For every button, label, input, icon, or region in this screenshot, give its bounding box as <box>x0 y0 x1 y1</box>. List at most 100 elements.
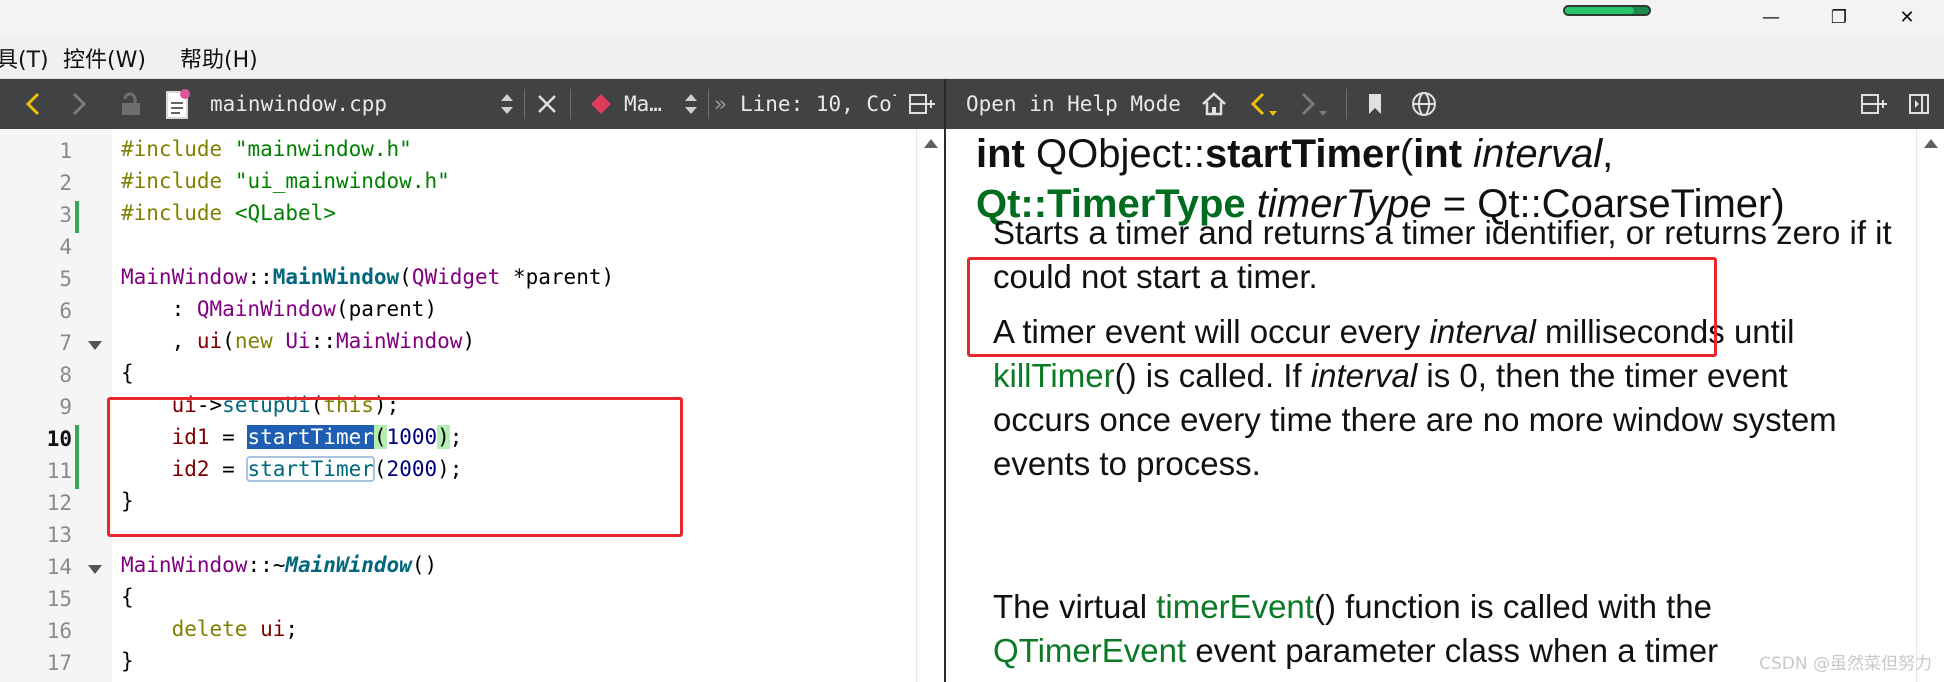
brace: { <box>121 361 134 385</box>
code-text: (parent) <box>335 297 438 321</box>
paren: ( <box>1399 132 1414 176</box>
sidebar-close-icon <box>1909 94 1929 114</box>
scroll-up-arrow-icon[interactable] <box>924 139 938 148</box>
help-split-button[interactable] <box>1856 79 1892 129</box>
cursor-position[interactable]: Line: 10, Col <box>740 92 896 116</box>
code-line[interactable]: MainWindow::MainWindow(QWidget *parent) <box>121 261 614 293</box>
lock-toggle[interactable] <box>113 79 149 129</box>
code-line[interactable]: : QMainWindow(parent) <box>121 293 438 325</box>
help-back-button[interactable] <box>1246 79 1282 129</box>
param-name: interval <box>1473 132 1603 176</box>
toolbar-separator <box>570 89 571 119</box>
open-file-name[interactable]: mainwindow.cpp <box>210 92 387 116</box>
chevron-right-icon <box>72 92 87 116</box>
timerevent-link[interactable]: timerEvent <box>1156 588 1314 625</box>
class-name: MainWindow <box>121 553 248 577</box>
fold-toggle-icon[interactable] <box>88 341 102 350</box>
brace: } <box>121 649 134 673</box>
split-button[interactable] <box>904 79 940 129</box>
menu-tools[interactable]: 具(T) <box>0 42 49 74</box>
symbol-dropdown[interactable] <box>680 79 702 129</box>
scope-operator: :: <box>310 329 336 353</box>
lock-icon <box>122 92 140 115</box>
current-symbol[interactable]: Ma… <box>624 92 662 116</box>
class-name: MainWindow <box>336 329 463 353</box>
scope-operator: :: <box>247 265 273 289</box>
menu-help[interactable]: 帮助(H) <box>180 42 258 74</box>
code-editor[interactable]: 1 2 3 4 5 6 7 8 9 10 11 12 13 14 15 16 1… <box>0 129 916 682</box>
editor-vertical-scrollbar[interactable] <box>916 129 945 682</box>
qtimerevent-link[interactable]: QTimerEvent <box>993 632 1186 669</box>
type-name: QWidget <box>411 265 501 289</box>
code-text: : <box>121 297 197 321</box>
text: The virtual <box>993 588 1157 625</box>
line-number: 3 <box>59 203 72 227</box>
up-down-arrows-icon <box>685 94 697 114</box>
help-forward-button[interactable] <box>1296 79 1332 129</box>
text: () function is called with the <box>1313 588 1712 625</box>
menu-bar: 具(T) 控件(W) 帮助(H) <box>0 34 1944 79</box>
help-vertical-scrollbar[interactable] <box>1916 129 1944 682</box>
constructor-name: MainWindow <box>272 265 400 289</box>
line-number: 9 <box>59 395 72 419</box>
bookmark-button[interactable] <box>1358 79 1392 129</box>
toolbar-separator <box>524 89 525 119</box>
forward-button[interactable] <box>64 79 94 129</box>
code-line[interactable]: #include "ui_mainwindow.h" <box>121 165 450 197</box>
code-line[interactable]: } <box>121 645 134 677</box>
code-line[interactable]: #include <QLabel> <box>121 197 336 229</box>
code-line[interactable]: delete ui; <box>121 613 298 645</box>
preprocessor-keyword: #include <box>121 137 223 161</box>
file-dropdown[interactable] <box>496 79 518 129</box>
symbol-indicator <box>586 79 616 129</box>
open-in-browser-button[interactable] <box>1406 79 1442 129</box>
paren: ) <box>462 329 476 353</box>
line-number: 13 <box>46 523 72 547</box>
scroll-up-arrow-icon[interactable] <box>1924 139 1938 148</box>
return-type: int <box>976 132 1025 176</box>
code-line[interactable]: { <box>121 357 134 389</box>
member-name: ui <box>260 617 286 641</box>
class-name: QMainWindow <box>196 297 336 321</box>
code-line[interactable]: MainWindow::~MainWindow() <box>121 549 437 581</box>
keyword: delete <box>171 617 248 641</box>
help-viewer[interactable]: int QObject::startTimer(int interval, Qt… <box>946 129 1916 682</box>
line-number: 5 <box>59 267 72 291</box>
code-line[interactable]: { <box>121 581 134 613</box>
line-number: 12 <box>46 491 72 515</box>
paren: () <box>411 553 438 577</box>
line-number: 4 <box>59 235 72 259</box>
code-text: *parent) <box>500 265 615 289</box>
brace: { <box>121 585 134 609</box>
open-in-help-mode-button[interactable]: Open in Help Mode <box>966 92 1181 116</box>
scope-operator: ::~ <box>247 553 286 577</box>
close-sidebar-button[interactable] <box>1902 79 1936 129</box>
line-number: 8 <box>59 363 72 387</box>
menu-widgets[interactable]: 控件(W) <box>63 42 146 74</box>
line-number: 15 <box>46 587 72 611</box>
keyword: new <box>234 329 273 353</box>
line-number: 14 <box>46 555 72 579</box>
comma: , <box>1602 132 1614 176</box>
close-document-button[interactable] <box>532 79 562 129</box>
current-line-number: 10 <box>46 427 72 451</box>
class-name: MainWindow <box>121 265 248 289</box>
killtimer-link[interactable]: killTimer <box>993 357 1115 394</box>
code-line[interactable]: , ui(new Ui::MainWindow) <box>121 325 476 357</box>
change-marker <box>75 425 79 457</box>
back-button[interactable] <box>18 79 48 129</box>
close-button[interactable]: ✕ <box>1876 0 1938 34</box>
fold-toggle-icon[interactable] <box>88 565 102 574</box>
code-line[interactable]: #include "mainwindow.h" <box>121 133 412 165</box>
progress-fill <box>1565 7 1634 14</box>
toolbar-separator <box>708 89 709 119</box>
minimize-button[interactable]: — <box>1740 0 1802 34</box>
more-chevron-icon: » <box>714 92 727 116</box>
maximize-button[interactable]: ❐ <box>1808 0 1870 34</box>
home-button[interactable] <box>1196 79 1232 129</box>
destructor-name: MainWindow <box>285 553 412 577</box>
include-path: "ui_mainwindow.h" <box>234 169 450 193</box>
editor-toolbar: mainwindow.cpp Ma… » Line: 10, Col <box>0 79 944 129</box>
